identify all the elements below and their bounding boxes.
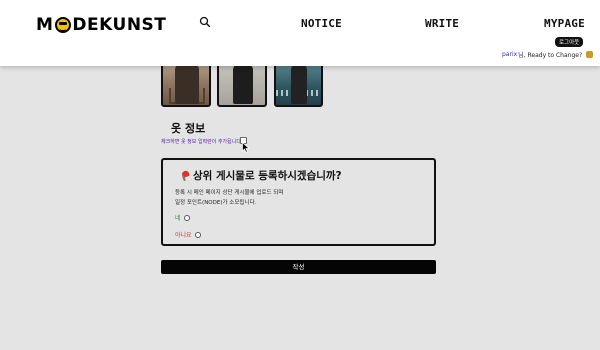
pushpin-icon bbox=[181, 171, 190, 181]
promote-desc-line1: 등록 시 메인 페이지 상단 게시물에 업로드 되며 bbox=[175, 190, 284, 196]
promote-desc-line2: 일정 포인트(NODE)가 소모됩니다. bbox=[175, 200, 257, 206]
face-emoji-icon bbox=[586, 51, 594, 58]
radio-no[interactable] bbox=[194, 231, 201, 238]
user-name: parix bbox=[502, 51, 518, 58]
promote-panel-title: 상위 게시물로 등록하시겠습니까? bbox=[181, 168, 342, 183]
smiley-logo-icon bbox=[55, 17, 72, 33]
logout-button[interactable]: 로그아웃 bbox=[555, 37, 584, 47]
nav-mypage[interactable]: MYPAGE bbox=[544, 17, 585, 30]
radio-yes[interactable] bbox=[183, 214, 190, 221]
top-header: M DEKUNST NOTICE WRITE MYPAGE 로그아웃 parix … bbox=[0, 0, 600, 66]
clothing-info-hint: 체크하면 옷 정보 입력란이 추가됩니다 bbox=[161, 139, 241, 145]
user-greeting: parix 님, Ready to Change? bbox=[502, 50, 594, 59]
nav-write[interactable]: WRITE bbox=[425, 17, 459, 30]
search-icon[interactable] bbox=[199, 16, 211, 28]
mouse-cursor-icon bbox=[242, 142, 250, 153]
submit-button[interactable]: 작성 bbox=[161, 260, 436, 274]
greeting-text: 님, Ready to Change? bbox=[518, 52, 583, 59]
logo[interactable]: M DEKUNST bbox=[36, 14, 166, 36]
promote-no-option[interactable]: 아니요 bbox=[175, 230, 201, 239]
promote-yes-option[interactable]: 네 bbox=[175, 213, 190, 222]
promote-post-panel: 상위 게시물로 등록하시겠습니까? 등록 시 메인 페이지 상단 게시물에 업로… bbox=[161, 158, 436, 246]
clothing-info-title: 옷 정보 bbox=[171, 122, 206, 135]
nav-notice[interactable]: NOTICE bbox=[301, 17, 342, 30]
